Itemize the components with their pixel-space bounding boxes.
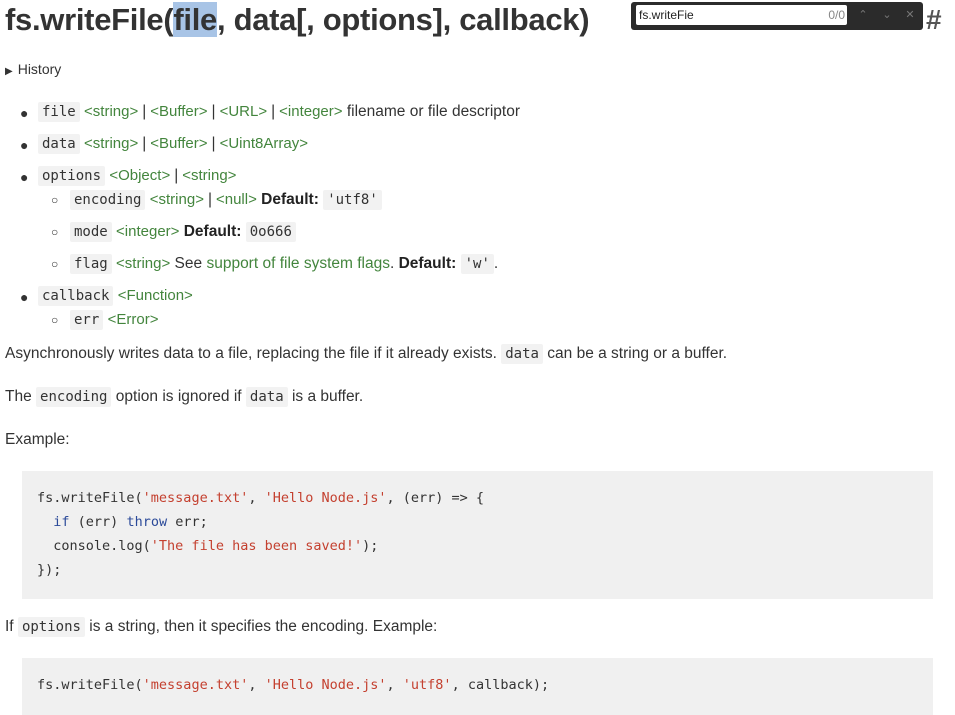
- circle-bullet-icon: ○: [51, 225, 59, 239]
- file-system-flags-link[interactable]: support of file system flags: [206, 255, 390, 272]
- inline-code: encoding: [36, 387, 112, 407]
- type-link[interactable]: <null>: [216, 191, 257, 208]
- options-string-paragraph: If options is a string, then it specifie…: [5, 617, 438, 637]
- paragraph-text: is a string, then it specifies the encod…: [89, 618, 438, 635]
- param-name: callback: [38, 286, 114, 306]
- find-next-button[interactable]: ⌄: [879, 7, 895, 23]
- title-prefix: fs.writeFile(: [5, 2, 174, 37]
- type-link[interactable]: <integer>: [279, 103, 342, 120]
- type-link[interactable]: <string>: [150, 191, 204, 208]
- type-link[interactable]: <Buffer>: [150, 135, 207, 152]
- param-data: data <string> | <Buffer> | <Uint8Array>: [38, 134, 308, 154]
- find-match-count: 0/0: [828, 8, 845, 22]
- inline-code: data: [245, 387, 288, 407]
- callback-err: err <Error>: [70, 310, 159, 330]
- anchor-link[interactable]: #: [926, 4, 942, 36]
- param-name: options: [38, 166, 106, 186]
- find-bar: fs.writeFie 0/0 ⌃ ⌄ ✕: [631, 2, 923, 30]
- code-line: fs.writeFile('message.txt', 'Hello Node.…: [37, 490, 485, 506]
- history-toggle[interactable]: ▶ History: [5, 61, 61, 77]
- param-name: err: [70, 310, 104, 330]
- description-paragraph: Asynchronously writes data to a file, re…: [5, 344, 728, 364]
- param-name: file: [38, 102, 80, 122]
- paragraph-text: The: [5, 388, 32, 405]
- option-encoding: encoding <string> | <null> Default: 'utf8': [70, 190, 382, 210]
- param-options: options <Object> | <string>: [38, 166, 236, 186]
- title-selected-text[interactable]: file: [173, 2, 217, 37]
- paragraph-text: Asynchronously writes data to a file, re…: [5, 345, 497, 362]
- type-link[interactable]: <string>: [84, 103, 138, 120]
- type-link[interactable]: <integer>: [116, 223, 179, 240]
- code-example-1: fs.writeFile('message.txt', 'Hello Node.…: [22, 471, 933, 599]
- circle-bullet-icon: ○: [51, 193, 59, 207]
- circle-bullet-icon: ○: [51, 313, 59, 327]
- code-line: console.log('The file has been saved!');: [37, 538, 379, 554]
- default-value: 0o666: [245, 222, 296, 242]
- option-mode: mode <integer> Default: 0o666: [70, 222, 296, 242]
- param-name: mode: [70, 222, 112, 242]
- inline-code: data: [501, 344, 543, 364]
- param-name: flag: [70, 254, 112, 274]
- find-prev-button[interactable]: ⌃: [855, 7, 871, 23]
- page-title: fs.writeFile(file, data[, options], call…: [5, 0, 590, 40]
- code-line: fs.writeFile('message.txt', 'Hello Node.…: [37, 677, 550, 693]
- find-close-button[interactable]: ✕: [902, 7, 918, 23]
- code-line: if (err) throw err;: [53, 514, 208, 530]
- example-label: Example:: [5, 431, 70, 448]
- type-link[interactable]: <URL>: [220, 103, 268, 120]
- period-text: .: [389, 255, 395, 272]
- paragraph-text: If: [5, 618, 14, 635]
- title-suffix: , data[, options], callback): [216, 2, 590, 37]
- default-label: Default:: [261, 191, 319, 208]
- param-file: file <string> | <Buffer> | <URL> | <integer> f…: [38, 102, 521, 122]
- default-value: 'w': [460, 254, 494, 274]
- code-line: });: [37, 562, 62, 578]
- type-link[interactable]: <string>: [182, 167, 236, 184]
- type-link[interactable]: <string>: [84, 135, 138, 152]
- default-label: Default:: [398, 255, 457, 272]
- option-flag: flag <string> See support of file system…: [70, 254, 499, 274]
- paragraph-text: option is ignored if: [115, 388, 242, 405]
- history-label: History: [17, 61, 62, 77]
- default-value: 'utf8': [323, 190, 382, 210]
- type-link[interactable]: <Error>: [108, 311, 159, 328]
- bullet-icon: ●: [20, 105, 29, 121]
- type-link[interactable]: <string>: [116, 255, 170, 272]
- param-name: data: [38, 134, 80, 154]
- type-link[interactable]: <Buffer>: [150, 103, 207, 120]
- code-example-2: fs.writeFile('message.txt', 'Hello Node.…: [22, 658, 933, 715]
- circle-bullet-icon: ○: [51, 257, 59, 271]
- inline-code: options: [17, 617, 85, 637]
- type-link[interactable]: <Uint8Array>: [220, 135, 308, 152]
- paragraph-text: is a buffer.: [291, 388, 364, 405]
- expand-arrow-icon: ▶: [5, 66, 13, 77]
- param-callback: callback <Function>: [38, 286, 193, 306]
- period-text: .: [493, 255, 499, 272]
- bullet-icon: ●: [20, 169, 29, 185]
- bullet-icon: ●: [20, 289, 29, 305]
- param-description: filename or file descriptor: [346, 103, 521, 120]
- paragraph-text: can be a string or a buffer.: [547, 345, 728, 362]
- param-name: encoding: [70, 190, 146, 210]
- type-link[interactable]: <Function>: [118, 287, 193, 304]
- type-link[interactable]: <Object>: [109, 167, 170, 184]
- default-label: Default:: [183, 223, 242, 240]
- encoding-note-paragraph: The encoding option is ignored if data i…: [5, 387, 364, 407]
- bullet-icon: ●: [20, 137, 29, 153]
- see-text: See: [174, 255, 203, 272]
